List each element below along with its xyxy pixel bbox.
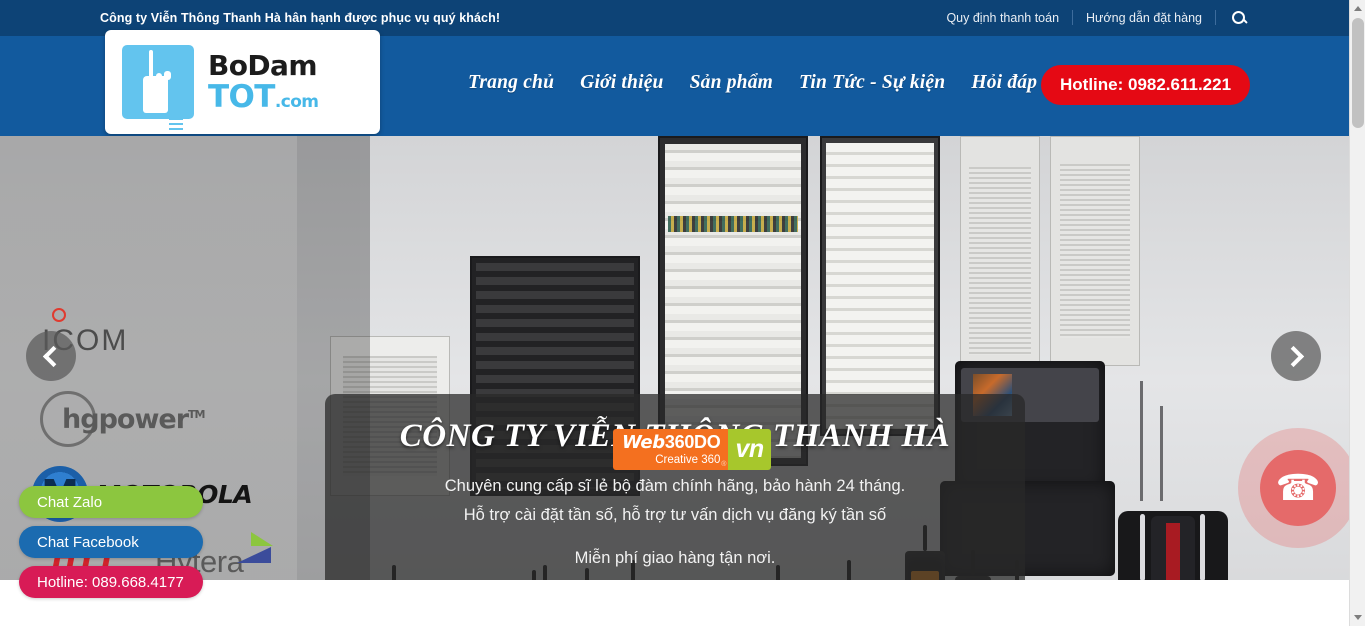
watermark-tagline: Creative 360 (655, 453, 721, 466)
logo-tot: TOT (208, 78, 275, 115)
floating-chat-buttons: Chat Zalo Chat Facebook Hotline: 089.668… (19, 486, 203, 606)
brand-label: hgpowerTM (62, 403, 205, 435)
chat-facebook-button[interactable]: Chat Facebook (19, 526, 203, 558)
triangle-down-icon (1354, 615, 1362, 620)
antenna-shape (149, 50, 153, 78)
logo-text: BoDam TOT.com (208, 48, 319, 115)
nav-item-faq[interactable]: Hỏi đáp (958, 72, 1050, 94)
hero-overlay-card: CÔNG TY VIỄN THÔNG THANH HÀ Chuyên cung … (325, 394, 1025, 580)
radio-label (1165, 523, 1181, 580)
logo-line-2: TOT.com (208, 78, 319, 115)
hg-label: power (98, 403, 189, 435)
tactical-vest (1118, 511, 1228, 580)
watermark-logo: Web360DO Creative 360 ® vn (613, 429, 771, 470)
floating-hotline-button[interactable]: Hotline: 089.668.4177 (19, 566, 203, 598)
page-root: Công ty Viễn Thông Thanh Hà hân hạnh đượ… (0, 0, 1365, 626)
equipment-cabinet (1050, 136, 1140, 366)
hero-line-2: Hỗ trợ cài đặt tần số, hỗ trợ tư vấn dịc… (463, 506, 887, 524)
hg-mark: hg (62, 403, 100, 435)
rack-modules (826, 143, 934, 429)
topbar-link-payment-policy[interactable]: Quy định thanh toán (933, 11, 1072, 25)
registered-icon: ® (721, 461, 727, 468)
nav-item-products[interactable]: Sản phẩm (677, 72, 786, 94)
phone-icon: ☎ (1260, 450, 1336, 526)
chevron-right-icon (1282, 345, 1305, 367)
main-navigation: Trang chủ Giới thiệu Sản phẩm Tin Tức - … (455, 72, 1139, 94)
floating-call-button[interactable]: ☎ (1238, 428, 1358, 548)
chat-zalo-button[interactable]: Chat Zalo (19, 486, 203, 518)
icom-dot-icon (52, 308, 66, 322)
trademark-symbol: TM (188, 407, 205, 421)
top-bar-links: Quy định thanh toán Hướng dẫn đặt hàng (933, 10, 1259, 25)
watermark-orange-block: Web360DO Creative 360 ® (613, 429, 729, 470)
logo-line-1: BoDam (208, 48, 318, 82)
antenna-pole (1160, 406, 1163, 501)
search-button[interactable] (1216, 11, 1259, 24)
scrollbar-thumb[interactable] (1352, 18, 1364, 128)
brand-hgpower: hgpowerTM (40, 391, 205, 447)
equipment-cabinet (960, 136, 1040, 386)
hytera-wing-accent-icon (251, 532, 274, 546)
header-hotline-button[interactable]: Hotline: 0982.611.221 (1041, 65, 1251, 105)
topbar-link-order-guide[interactable]: Hướng dẫn đặt hàng (1073, 11, 1215, 25)
hero-line-3: Miễn phí giao hàng tận nơi. (574, 549, 776, 567)
watermark-web: Web (622, 431, 665, 453)
logo[interactable]: BoDam TOT.com (105, 30, 380, 134)
antenna-shape (1140, 513, 1145, 580)
watermark-number: 360DO (664, 431, 721, 452)
walkie-talkie-icon (122, 45, 194, 120)
search-icon (1232, 11, 1245, 24)
watermark-top-line: Web360DO (622, 431, 721, 453)
equipment-rack (820, 136, 940, 436)
scroll-down-button[interactable] (1350, 609, 1365, 626)
nav-item-news[interactable]: Tin Tức - Sự kiện (786, 72, 958, 94)
chevron-left-icon (42, 345, 65, 367)
nav-item-home[interactable]: Trang chủ (455, 72, 567, 94)
logo-dotcom: .com (274, 91, 319, 112)
nav-item-about[interactable]: Giới thiệu (567, 72, 676, 94)
antenna-shape (1200, 513, 1205, 580)
body-shape (143, 76, 183, 120)
grill-shape (169, 118, 183, 120)
watermark-tld: vn (728, 429, 771, 470)
antenna-pole (1140, 381, 1143, 501)
welcome-message: Công ty Viễn Thông Thanh Hà hân hạnh đượ… (100, 11, 501, 25)
slider-next-button[interactable] (1271, 331, 1321, 381)
slider-prev-button[interactable] (26, 331, 76, 381)
vest-radio (1151, 516, 1195, 580)
hero-line-1: Chuyên cung cấp sĩ lẻ bộ đàm chính hãng,… (444, 477, 906, 495)
triangle-up-icon (1354, 6, 1362, 11)
site-header: BoDam TOT.com Trang chủ Giới thiệu Sản p… (0, 30, 1349, 136)
vent-shape (1059, 164, 1131, 338)
vent-shape (968, 166, 1032, 356)
cable-bundle (668, 216, 798, 232)
hytera-wing-icon (237, 532, 274, 563)
scroll-up-button[interactable] (1350, 0, 1365, 17)
page-scrollbar[interactable] (1349, 0, 1365, 626)
